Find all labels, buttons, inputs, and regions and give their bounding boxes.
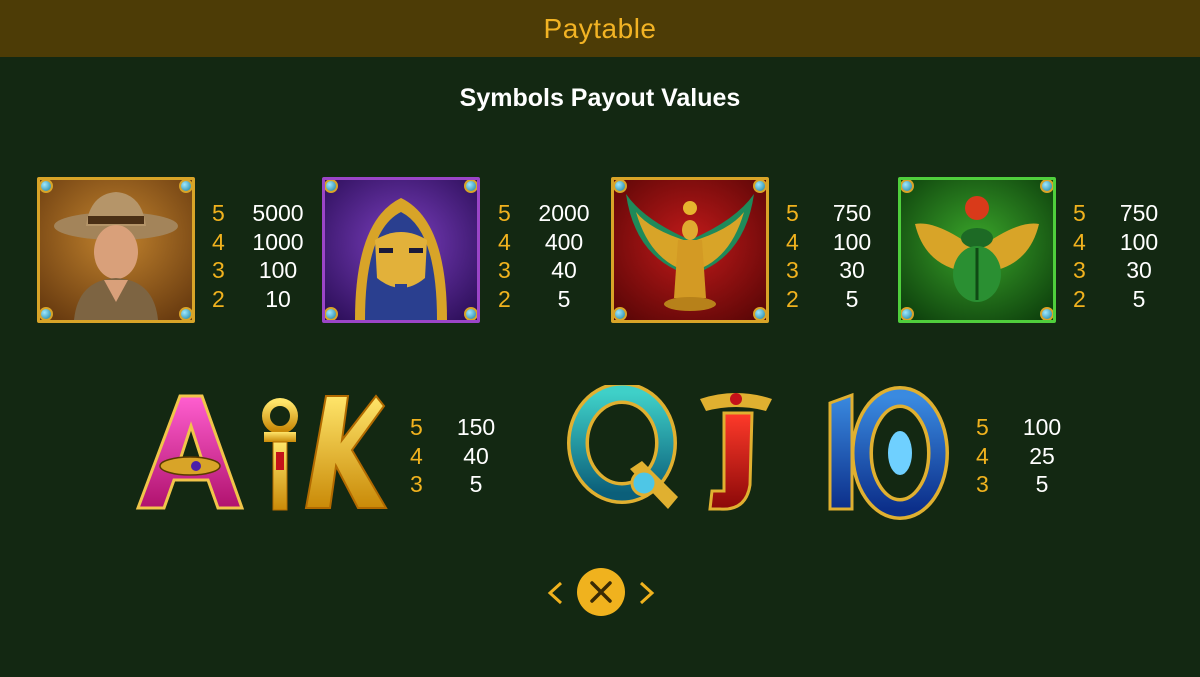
payout-row: 3 40 <box>498 257 577 283</box>
scarab-payout-list: 5 750 4 100 3 30 25 <box>1073 199 1169 313</box>
paytable-header: Paytable <box>0 0 1200 57</box>
qj10-payout-list: 5 100 4 25 35 <box>976 413 1072 499</box>
payout-row: 25 <box>1073 285 1146 312</box>
payout-row: 5 750 <box>786 200 872 226</box>
goddess-symbol-tile <box>611 177 769 323</box>
payout-row: 35 <box>410 471 483 497</box>
ak-letters-icon <box>135 394 388 511</box>
payout-row: 4 1000 <box>212 228 304 255</box>
winged-goddess-icon <box>614 180 766 320</box>
goddess-payout-list: 5 750 4 100 3 30 25 <box>786 199 882 313</box>
payout-row: 5 750 <box>1073 200 1159 226</box>
payout-row: 5 150 <box>410 414 496 440</box>
payout-row: 5 2000 <box>498 200 590 226</box>
payout-row: 4 25 <box>976 442 1055 469</box>
payout-row: 25 <box>498 285 571 312</box>
payout-row: 3 30 <box>786 257 865 283</box>
payout-row: 4 40 <box>410 442 489 469</box>
pharaoh-symbol-tile <box>322 177 480 323</box>
scarab-icon <box>901 180 1053 320</box>
payout-row: 2 10 <box>212 285 291 312</box>
payout-row: 35 <box>976 471 1049 497</box>
letters-ak-symbol <box>130 388 390 518</box>
close-button[interactable] <box>577 568 625 616</box>
pharaoh-payout-list: 5 2000 4 400 3 40 25 <box>498 199 594 313</box>
qj10-letters-icon <box>567 385 949 520</box>
explorer-payout-list: 5 5000 4 1000 3 100 2 10 <box>212 199 308 313</box>
ak-payout-list: 5 150 4 40 35 <box>410 413 506 499</box>
payout-row: 5 100 <box>976 414 1062 440</box>
section-title: Symbols Payout Values <box>459 84 741 112</box>
paytable-navigation <box>545 568 657 618</box>
pharaoh-mask-icon <box>325 180 477 320</box>
explorer-symbol-icon <box>40 180 192 320</box>
payout-row: 25 <box>786 285 859 312</box>
chevron-left-icon[interactable] <box>545 580 565 606</box>
page-title: Paytable <box>543 12 657 44</box>
close-icon <box>590 581 612 603</box>
payout-row: 4 100 <box>1073 228 1159 255</box>
explorer-symbol-tile <box>37 177 195 323</box>
payout-row: 4 400 <box>498 228 584 255</box>
payout-row: 5 5000 <box>212 200 304 226</box>
payout-row: 4 100 <box>786 228 872 255</box>
scarab-symbol-tile <box>898 177 1056 323</box>
letters-qj10-symbol <box>560 385 950 520</box>
chevron-right-icon[interactable] <box>637 580 657 606</box>
payout-row: 3 30 <box>1073 257 1152 283</box>
payout-row: 3 100 <box>212 257 298 283</box>
